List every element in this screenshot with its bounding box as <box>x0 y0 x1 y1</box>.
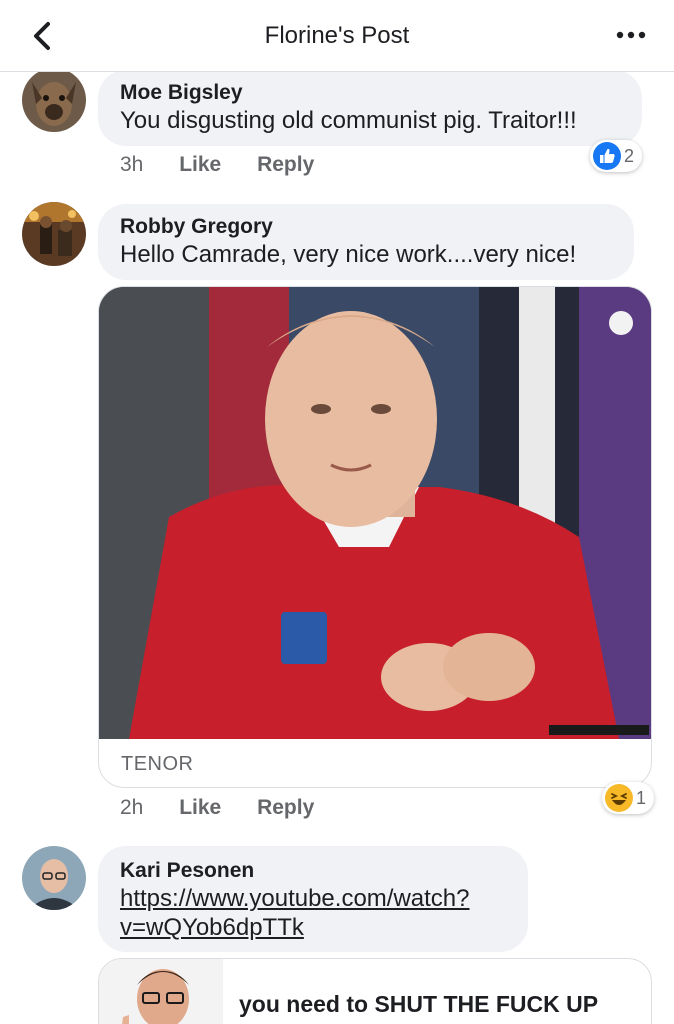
gif-source-label: TENOR <box>121 753 194 775</box>
comment-link[interactable]: https://www.youtube.com/watch? v=wQYob6d… <box>120 884 506 942</box>
comment-time: 3h <box>120 153 144 176</box>
comment-actions: 3h Like Reply <box>120 153 344 177</box>
avatar[interactable] <box>22 68 86 132</box>
reaction-count: 2 <box>624 145 635 166</box>
comment-text: You disgusting old communist pig. Traito… <box>120 107 577 134</box>
reply-button[interactable]: Reply <box>257 153 314 176</box>
comment-bubble: Moe Bigsley You disgusting old communist… <box>98 70 642 146</box>
reply-button[interactable]: Reply <box>257 796 314 819</box>
link-preview-title[interactable]: you need to SHUT THE FUCK UP <box>239 991 598 1018</box>
gif-attachment[interactable]: TENOR <box>98 286 652 788</box>
comment-author[interactable]: Moe Bigsley <box>120 80 620 106</box>
link-preview-card[interactable]: you need to SHUT THE FUCK UP <box>98 958 652 1024</box>
reaction-count: 1 <box>636 787 647 808</box>
comment-link-line[interactable]: v=wQYob6dpTTk <box>120 913 506 942</box>
haha-icon <box>605 784 633 812</box>
gif-image <box>99 287 651 739</box>
avatar[interactable] <box>22 846 86 910</box>
link-preview-thumbnail <box>99 959 223 1024</box>
comment-author[interactable]: Robby Gregory <box>120 214 612 240</box>
comment-author[interactable]: Kari Pesonen <box>120 858 506 884</box>
comment-time: 2h <box>120 796 144 819</box>
comment-actions: 2h Like Reply <box>120 796 344 820</box>
avatar[interactable] <box>22 202 86 266</box>
reaction-badge[interactable]: 1 <box>602 782 655 814</box>
more-horizontal-icon[interactable] <box>616 28 646 42</box>
comment-link-line[interactable]: https://www.youtube.com/watch? <box>120 884 506 913</box>
like-icon <box>593 142 621 170</box>
post-header: Florine's Post <box>0 0 674 72</box>
comment-bubble: Kari Pesonen https://www.youtube.com/wat… <box>98 846 528 952</box>
comment-bubble: Robby Gregory Hello Camrade, very nice w… <box>98 204 634 280</box>
reaction-badge[interactable]: 2 <box>590 140 643 172</box>
page-title: Florine's Post <box>264 22 410 49</box>
like-button[interactable]: Like <box>179 796 221 819</box>
comment-text: Hello Camrade, very nice work....very ni… <box>120 241 577 268</box>
like-button[interactable]: Like <box>179 153 221 176</box>
